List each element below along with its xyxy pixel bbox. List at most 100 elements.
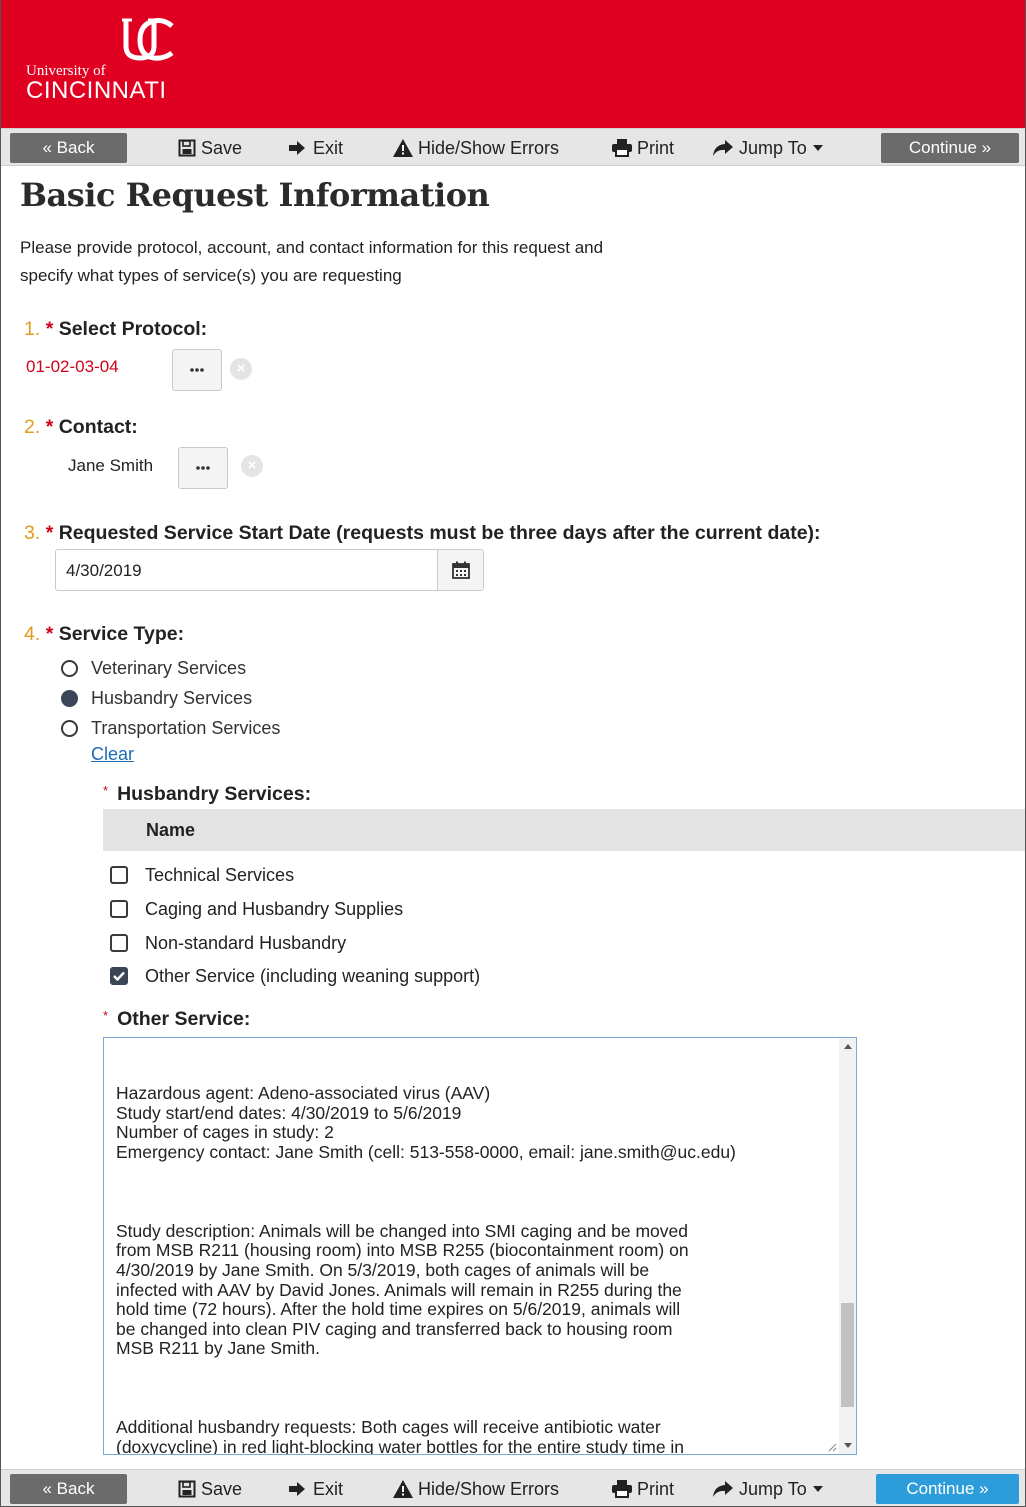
clear-service-type-link[interactable]: Clear [91, 744, 134, 765]
radio-button[interactable] [61, 659, 78, 677]
page-title: Basic Request Information [20, 176, 490, 214]
question-number: 3. [24, 522, 41, 544]
exit-icon [289, 1482, 305, 1496]
checkbox-label: Non-standard Husbandry [145, 932, 347, 953]
radio-label: Husbandry Services [91, 687, 253, 708]
resize-grip-icon[interactable] [827, 1442, 837, 1452]
other-service-label: Other Service: [117, 1008, 251, 1030]
scroll-up-arrow-icon[interactable] [839, 1038, 856, 1055]
radio-transportation-services[interactable]: Transportation Services [61, 716, 280, 740]
caret-down-icon [812, 1486, 823, 1492]
save-button[interactable]: Save [178, 1474, 242, 1504]
jump-to-button[interactable]: Jump To [712, 133, 829, 163]
hide-show-errors-label: Hide/Show Errors [418, 1479, 560, 1499]
scrollbar-thumb[interactable] [841, 1303, 854, 1407]
text-paragraph: Additional husbandry requests: Both cage… [116, 1417, 685, 1455]
hide-show-errors-button[interactable]: Hide/Show Errors [393, 133, 559, 163]
print-icon [612, 139, 632, 157]
other-service-heading: * Other Service: [103, 1008, 250, 1031]
print-label: Print [637, 1479, 675, 1499]
calendar-icon [451, 561, 470, 579]
question-label: Service Type: [58, 623, 185, 645]
exit-label: Exit [313, 138, 344, 158]
radio-label: Veterinary Services [91, 657, 247, 678]
checkmark-icon [113, 971, 125, 981]
hide-show-errors-label: Hide/Show Errors [418, 138, 560, 158]
checkbox-caging-supplies[interactable]: Caging and Husbandry Supplies [110, 897, 403, 921]
exit-button[interactable]: Exit [288, 1474, 343, 1504]
print-button[interactable]: Print [612, 1474, 674, 1504]
print-button[interactable]: Print [612, 133, 674, 163]
exit-icon [289, 141, 305, 155]
required-star: * [45, 318, 54, 340]
question-start-date: 3. * Requested Service Start Date (reque… [24, 522, 821, 545]
print-icon [612, 1480, 632, 1498]
radio-label: Transportation Services [91, 717, 281, 738]
other-service-text: Hazardous agent: Adeno-associated virus … [116, 1045, 834, 1455]
radio-button-selected[interactable] [61, 689, 78, 707]
checkbox[interactable] [110, 900, 128, 918]
continue-button[interactable]: Continue » [881, 133, 1019, 163]
continue-button[interactable]: Continue » [876, 1474, 1019, 1504]
checkbox-label: Caging and Husbandry Supplies [145, 898, 404, 919]
save-icon [178, 139, 196, 157]
checkbox[interactable] [110, 866, 128, 884]
jump-to-button[interactable]: Jump To [712, 1474, 829, 1504]
save-button[interactable]: Save [178, 133, 242, 163]
radio-veterinary-services[interactable]: Veterinary Services [61, 656, 246, 680]
checkbox-label: Technical Services [145, 864, 295, 885]
checkbox-label: Other Service (including weaning support… [145, 965, 481, 986]
checkbox-checked[interactable] [110, 967, 128, 985]
university-logo: University of CINCINNATI [22, 14, 222, 114]
checkbox-non-standard-husbandry[interactable]: Non-standard Husbandry [110, 931, 346, 955]
brand-header: University of CINCINNATI [0, 0, 1026, 128]
husbandry-table-header: Name [103, 809, 1026, 851]
question-contact: 2. * Contact: [24, 416, 138, 439]
page-intro: Please provide protocol, account, and co… [20, 234, 740, 290]
textarea-scrollbar[interactable] [839, 1038, 856, 1454]
calendar-button[interactable] [437, 550, 483, 590]
question-label: Select Protocol: [58, 318, 208, 340]
checkbox-other-service[interactable]: Other Service (including weaning support… [110, 964, 480, 988]
protocol-value: 01-02-03-04 [26, 357, 119, 376]
checkbox[interactable] [110, 934, 128, 952]
select-protocol-button[interactable] [172, 349, 222, 391]
required-star: * [45, 522, 54, 544]
clear-contact-icon[interactable]: × [241, 455, 263, 477]
uc-monogram-icon [122, 18, 174, 61]
caret-down-icon [812, 145, 823, 151]
text-paragraph: Hazardous agent: Adeno-associated virus … [116, 1083, 736, 1162]
clear-protocol-icon[interactable]: × [230, 358, 252, 380]
husbandry-services-label: Husbandry Services: [117, 783, 312, 805]
question-number: 1. [24, 318, 41, 340]
warning-icon [393, 139, 413, 157]
jump-to-label: Jump To [739, 138, 807, 158]
question-label: Contact: [58, 416, 138, 438]
radio-button[interactable] [61, 719, 78, 737]
back-button[interactable]: « Back [10, 133, 127, 163]
start-date-field[interactable]: 4/30/2019 [55, 549, 484, 591]
select-contact-button[interactable] [178, 447, 228, 489]
back-button[interactable]: « Back [10, 1474, 127, 1504]
save-label: Save [201, 1479, 243, 1499]
radio-husbandry-services[interactable]: Husbandry Services [61, 686, 252, 710]
logo-cincinnati: CINCINNATI [26, 77, 167, 104]
save-icon [178, 1480, 196, 1498]
question-number: 4. [24, 623, 41, 645]
warning-icon [393, 1480, 413, 1498]
exit-label: Exit [313, 1479, 344, 1499]
husbandry-services-heading: * Husbandry Services: [103, 783, 311, 806]
checkbox-technical-services[interactable]: Technical Services [110, 863, 294, 887]
hide-show-errors-button[interactable]: Hide/Show Errors [393, 1474, 559, 1504]
text-paragraph: Study description: Animals will be chang… [116, 1220, 689, 1359]
ellipsis-icon [190, 368, 204, 372]
scroll-down-arrow-icon[interactable] [839, 1437, 856, 1454]
exit-button[interactable]: Exit [288, 133, 343, 163]
required-star: * [45, 623, 54, 645]
question-number: 2. [24, 416, 41, 438]
jump-to-label: Jump To [739, 1479, 807, 1499]
intro-line-2: specify what types of service(s) you are… [20, 266, 402, 285]
name-column-header: Name [146, 820, 196, 840]
other-service-textarea[interactable]: Hazardous agent: Adeno-associated virus … [103, 1037, 857, 1455]
bottom-toolbar: « Back Save Exit Hide/Show Errors Print … [0, 1469, 1026, 1507]
